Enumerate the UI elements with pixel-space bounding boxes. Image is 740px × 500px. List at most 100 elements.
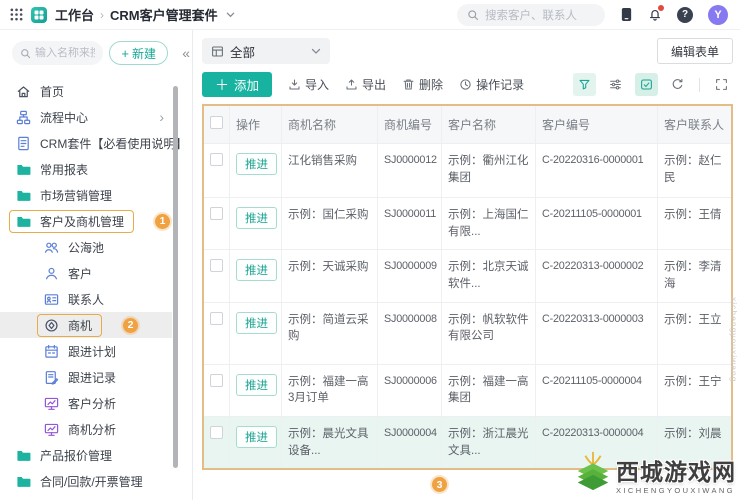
filter-icon[interactable] [573,73,596,96]
add-label: 添加 [234,79,260,93]
workbench-app-icon[interactable] [31,6,47,23]
global-search-input[interactable]: 搜索客户、联系人 [457,3,605,26]
advance-button[interactable]: 推进 [236,311,277,334]
table-row[interactable]: 推进 江化销售采购 SJ0000012 示例：衢州江化集团 C-20220316-000… [204,144,731,198]
sidebar-item-11[interactable]: 跟进记录 [0,364,172,390]
help-icon[interactable]: ? [677,6,693,23]
sidebar-item-8[interactable]: 联系人 [0,286,172,312]
annotation-badge-1: 1 [155,213,171,229]
sidebar-item-label: CRM套件【必看使用说明】 [40,136,188,151]
toolbar-divider [699,77,700,92]
watermark-vertical-text: xichengyouxiwang [729,296,739,382]
clock-icon [459,78,472,91]
sidebar-item-12[interactable]: 客户分析 [0,390,172,416]
sidebar-search-field[interactable] [35,47,96,59]
sidebar-item-6[interactable]: 公海池 [0,234,172,260]
sidebar-item-9[interactable]: 商机 2 [0,312,172,338]
record-icon [44,370,59,385]
sidebar-item-14[interactable]: 产品报价管理 [0,442,172,468]
advance-button[interactable]: 推进 [236,153,277,175]
sidebar-item-13[interactable]: 商机分析 [0,416,172,442]
advance-button[interactable]: 推进 [236,426,277,449]
customer-number: C-20220316-0000001 [536,144,658,198]
apps-grid-icon[interactable] [10,8,23,21]
import-button[interactable]: 导入 [288,76,329,93]
opportunity-name: 示例：简道云采购 [282,302,378,365]
chevron-down-icon [311,46,321,56]
row-select-cell [204,250,230,303]
fullscreen-icon[interactable] [710,73,733,96]
column-header[interactable]: 客户编号 [536,106,658,144]
table-row[interactable]: 推进 示例：福建一高3月订单 SJ0000006 示例：福建一高集团 C-2021110… [204,364,731,418]
page-title: CRM客户管理套件 [110,8,218,23]
customer-name: 示例：衢州江化集团 [442,144,536,198]
opportunity-number: SJ0000011 [378,198,442,251]
table-row[interactable]: 推进 示例：天诚采购 SJ0000009 示例：北京天诚软件... C-20220313… [204,250,731,303]
advance-button[interactable]: 推进 [236,373,277,396]
opportunity-name: 江化销售采购 [282,144,378,198]
export-button[interactable]: 导出 [345,76,386,93]
search-icon [20,48,31,59]
sidebar-search-box[interactable] [12,41,104,65]
refresh-icon[interactable] [666,73,689,96]
opportunity-name: 示例：天诚采购 [282,250,378,303]
folder-icon [16,214,31,229]
row-checkbox[interactable] [210,259,223,273]
sidebar-item-7[interactable]: 客户 [0,260,172,286]
plus-icon: + [121,45,129,61]
operation-log-button[interactable]: 操作记录 [459,76,524,93]
advance-button[interactable]: 推进 [236,207,277,229]
table-header-row: 操作 商机名称 商机编号 客户名称 客户编号 客户联系人 [204,106,731,144]
view-filter-label: 全部 [230,45,256,60]
collapse-sidebar-icon[interactable]: « [182,45,190,61]
add-button[interactable]: ＋ 添加 [202,72,273,97]
edit-form-button[interactable]: 编辑表单 [656,38,733,64]
row-checkbox[interactable] [210,207,223,220]
sidebar-item-label: 产品报价管理 [40,448,113,463]
column-settings-icon[interactable] [604,73,627,96]
title-caret-down-icon[interactable] [226,10,235,19]
main-content: 全部 编辑表单 ＋ 添加 导入 导出 删除 操作记录 操作 商机名称 商机编号 … [193,30,740,500]
sidebar-item-4[interactable]: 市场营销管理 [0,182,172,208]
sidebar-item-10[interactable]: 跟进计划 [0,338,172,364]
column-header[interactable]: 客户联系人 [658,106,731,144]
sidebar-item-2[interactable]: CRM套件【必看使用说明】 [0,130,187,156]
sidebar-scrollbar[interactable] [173,86,178,468]
row-action-cell: 推进 [230,144,282,198]
table-row[interactable]: 推进 示例：国仁采购 SJ0000011 示例：上海国仁有限... C-20211105… [204,198,731,251]
create-new-button[interactable]: + 新建 [109,41,168,65]
view-filter-dropdown[interactable]: 全部 [202,38,330,64]
trash-icon [402,78,415,91]
export-icon [345,78,358,91]
customer-name: 示例：浙江晨光文具... [442,417,536,469]
column-header[interactable]: 客户名称 [442,106,536,144]
row-action-cell: 推进 [230,302,282,365]
mobile-preview-icon[interactable] [620,7,633,22]
column-header[interactable]: 商机名称 [282,106,378,144]
row-select-cell [204,417,230,469]
row-checkbox[interactable] [210,426,223,440]
sidebar-item-label: 商机分析 [68,422,117,437]
column-header[interactable]: 商机编号 [378,106,442,144]
row-checkbox[interactable] [210,311,223,325]
advance-button[interactable]: 推进 [236,259,277,282]
sidebar-item-15[interactable]: 合同/回款/开票管理 [0,468,172,494]
row-checkbox[interactable] [210,153,223,166]
row-select-cell [204,144,230,198]
sidebar-item-5[interactable]: 客户及商机管理 1 [0,208,172,234]
form-view-icon[interactable] [635,73,658,96]
row-checkbox[interactable] [210,373,223,387]
breadcrumb-workbench[interactable]: 工作台 [55,5,94,24]
sidebar-item-label: 跟进计划 [68,344,117,359]
topbar: 工作台 › CRM客户管理套件 搜索客户、联系人 ? Y [0,0,740,30]
select-all-checkbox[interactable] [210,116,223,129]
chevron-right-icon: › [159,109,164,125]
delete-button[interactable]: 删除 [402,76,443,93]
notifications-bell-icon[interactable] [648,5,664,22]
column-header[interactable]: 操作 [230,106,282,144]
table-row[interactable]: 推进 示例：简道云采购 SJ0000008 示例：帆软软件有限公司 C-20220313… [204,302,731,365]
avatar[interactable]: Y [708,4,728,25]
sidebar-item-3[interactable]: 常用报表 [0,156,172,182]
sidebar-item-1[interactable]: 流程中心 › [0,104,172,130]
sidebar-item-0[interactable]: 首页 [0,78,172,104]
